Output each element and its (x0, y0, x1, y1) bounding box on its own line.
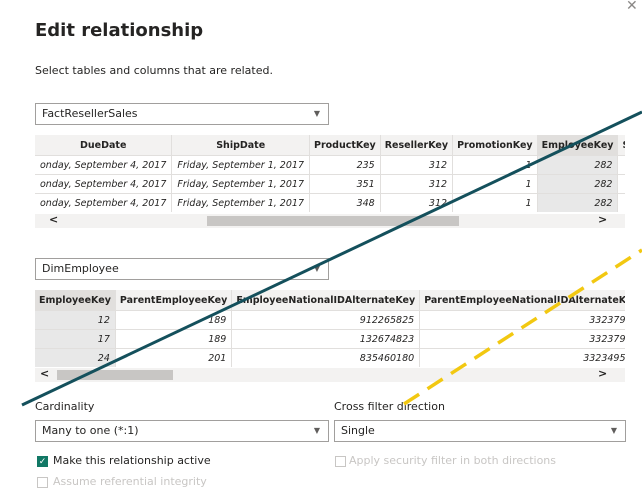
table-cell: 312 (380, 193, 454, 212)
column-header[interactable]: ShipDate (171, 135, 310, 156)
table-cell (617, 174, 625, 194)
cross-filter-label: Cross filter direction (334, 400, 445, 413)
column-header[interactable]: ProductKey (309, 135, 381, 156)
referential-integrity-checkbox[interactable] (37, 477, 48, 488)
cross-filter-select[interactable]: Single ▼ (334, 420, 626, 442)
cardinality-select-value: Many to one (*:1) (42, 424, 139, 437)
table-cell: 835460180 (231, 348, 421, 367)
table-cell: 332349500 (419, 348, 625, 367)
chevron-right-icon[interactable]: > (598, 367, 607, 380)
referential-integrity-label: Assume referential integrity (53, 475, 207, 488)
table2-select-value: DimEmployee (42, 262, 119, 275)
security-filter-label: Apply security filter in both directions (349, 454, 557, 467)
dialog-title: Edit relationship (35, 20, 204, 41)
table-cell: 33237992 (419, 329, 625, 349)
edit-relationship-dialog: ✕ Edit relationship Select tables and co… (0, 0, 642, 495)
cardinality-label: Cardinality (35, 400, 95, 413)
table-row: onday, September 4, 2017 Friday, Septemb… (35, 174, 625, 194)
cardinality-select[interactable]: Many to one (*:1) ▼ (35, 420, 329, 442)
column-header[interactable]: ResellerKey (380, 135, 454, 156)
table-cell: 12 (35, 310, 116, 330)
table-cell: 17 (35, 329, 116, 349)
column-header-selected[interactable]: EmployeeKey (537, 135, 619, 156)
table-cell: 1 (452, 193, 538, 212)
table2-horizontal-scrollbar[interactable]: < > (35, 367, 625, 382)
table-cell: 312 (380, 155, 454, 175)
column-header[interactable]: PromotionKey (452, 135, 538, 156)
table1-preview: DueDate ShipDate ProductKey ResellerKey … (35, 135, 625, 212)
table-cell: 132674823 (231, 329, 421, 349)
table-cell: onday, September 4, 2017 (35, 193, 173, 212)
table1-horizontal-scrollbar[interactable]: < > (35, 213, 625, 228)
column-header[interactable]: Sa (617, 135, 625, 156)
table-cell: Friday, September 1, 2017 (171, 155, 310, 175)
chevron-down-icon: ▼ (610, 426, 617, 435)
table2-header-row: EmployeeKey ParentEmployeeKey EmployeeNa… (35, 290, 625, 311)
table-row: 24 201 835460180 332349500 (35, 348, 625, 367)
column-header[interactable]: EmployeeNationalIDAlternateKey (231, 290, 421, 311)
table-cell: Friday, September 1, 2017 (171, 174, 310, 194)
table-cell (617, 155, 625, 175)
table-cell: 189 (115, 310, 233, 330)
chevron-down-icon: ▼ (313, 109, 320, 118)
table2-select[interactable]: DimEmployee ▼ (35, 258, 329, 280)
table1-select-value: FactResellerSales (42, 107, 138, 120)
active-checkbox[interactable]: ✓ (37, 456, 48, 467)
table-cell: 1 (452, 155, 538, 175)
table-row: onday, September 4, 2017 Friday, Septemb… (35, 193, 625, 212)
table-cell: 24 (35, 348, 116, 367)
dialog-subtitle: Select tables and columns that are relat… (35, 64, 273, 77)
column-header-selected[interactable]: EmployeeKey (35, 290, 116, 311)
table-cell (617, 193, 625, 212)
column-header[interactable]: ParentEmployeeNationalIDAlternateKey (419, 290, 625, 311)
column-header[interactable]: ParentEmployeeKey (115, 290, 233, 311)
table-cell: 282 (537, 193, 619, 212)
table2-preview: EmployeeKey ParentEmployeeKey EmployeeNa… (35, 290, 625, 367)
table-cell: 312 (380, 174, 454, 194)
scrollbar-thumb[interactable] (57, 370, 173, 380)
table-cell: 189 (115, 329, 233, 349)
table1-select[interactable]: FactResellerSales ▼ (35, 103, 329, 125)
chevron-left-icon[interactable]: < (49, 213, 58, 226)
table-cell: 282 (537, 174, 619, 194)
table-cell: onday, September 4, 2017 (35, 155, 173, 175)
table-cell: 912265825 (231, 310, 421, 330)
table-cell: 1 (452, 174, 538, 194)
scrollbar-thumb[interactable] (207, 216, 459, 226)
table-cell: 282 (537, 155, 619, 175)
table-cell: 201 (115, 348, 233, 367)
table-row: 17 189 132674823 33237992 (35, 329, 625, 349)
table-cell: 235 (309, 155, 381, 175)
table1-header-row: DueDate ShipDate ProductKey ResellerKey … (35, 135, 625, 156)
chevron-right-icon[interactable]: > (598, 213, 607, 226)
active-checkbox-label: Make this relationship active (53, 454, 211, 467)
table-row: onday, September 4, 2017 Friday, Septemb… (35, 155, 625, 175)
table-cell: 351 (309, 174, 381, 194)
close-icon[interactable]: ✕ (626, 0, 640, 14)
chevron-left-icon[interactable]: < (40, 367, 49, 380)
security-filter-checkbox[interactable] (335, 456, 346, 467)
table-cell: onday, September 4, 2017 (35, 174, 173, 194)
table-cell: Friday, September 1, 2017 (171, 193, 310, 212)
table-cell: 348 (309, 193, 381, 212)
cross-filter-select-value: Single (341, 424, 375, 437)
table-cell: 33237992 (419, 310, 625, 330)
table-row: 12 189 912265825 33237992 (35, 310, 625, 330)
chevron-down-icon: ▼ (313, 264, 320, 273)
column-header[interactable]: DueDate (35, 135, 173, 156)
chevron-down-icon: ▼ (313, 426, 320, 435)
